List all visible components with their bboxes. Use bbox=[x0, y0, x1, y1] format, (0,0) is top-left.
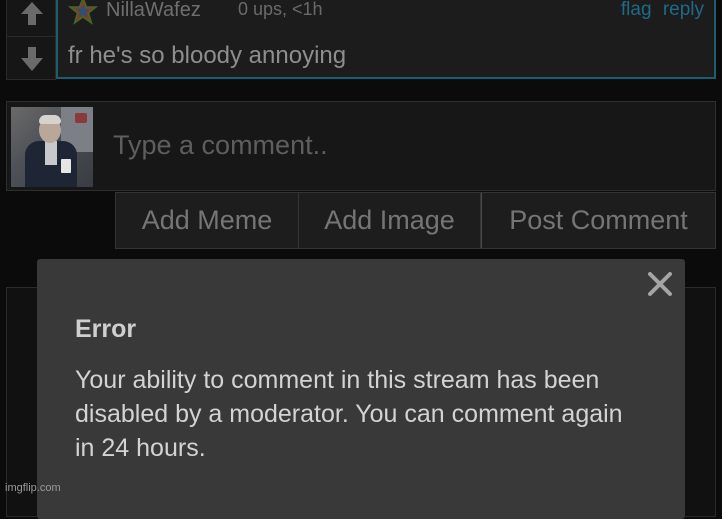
comment-actions: flag reply bbox=[615, 0, 704, 21]
comment-composer bbox=[6, 101, 716, 191]
close-icon bbox=[648, 272, 672, 296]
composer-button-bar: Add Meme Add Image Post Comment bbox=[115, 192, 716, 249]
flag-link[interactable]: flag bbox=[621, 0, 652, 20]
dialog-message: Your ability to comment in this stream h… bbox=[75, 366, 623, 462]
comment-input[interactable] bbox=[107, 110, 707, 180]
user-star-icon bbox=[68, 0, 98, 25]
comment-row: NillaWafez 0 ups, <1h flag reply fr he's… bbox=[6, 0, 716, 80]
avatar bbox=[11, 107, 93, 187]
reply-link[interactable]: reply bbox=[663, 0, 704, 20]
comment-box: NillaWafez 0 ups, <1h flag reply fr he's… bbox=[56, 0, 716, 79]
post-comment-button[interactable]: Post Comment bbox=[481, 193, 715, 248]
vote-column bbox=[6, 0, 57, 81]
upvote-button[interactable] bbox=[7, 0, 57, 35]
arrow-down-icon bbox=[21, 47, 43, 71]
comment-meta: 0 ups, <1h bbox=[238, 0, 323, 19]
downvote-button[interactable] bbox=[7, 36, 57, 81]
add-image-button[interactable]: Add Image bbox=[299, 193, 481, 248]
arrow-up-icon bbox=[21, 2, 43, 25]
close-button[interactable] bbox=[645, 269, 675, 299]
comment-username[interactable]: NillaWafez bbox=[106, 0, 201, 22]
dialog-title: Error bbox=[75, 315, 137, 343]
comment-text: fr he's so bloody annoying bbox=[68, 42, 347, 69]
watermark: imgflip.com bbox=[5, 482, 61, 494]
add-meme-button[interactable]: Add Meme bbox=[116, 193, 299, 248]
error-dialog: Error Your ability to comment in this st… bbox=[37, 259, 685, 519]
